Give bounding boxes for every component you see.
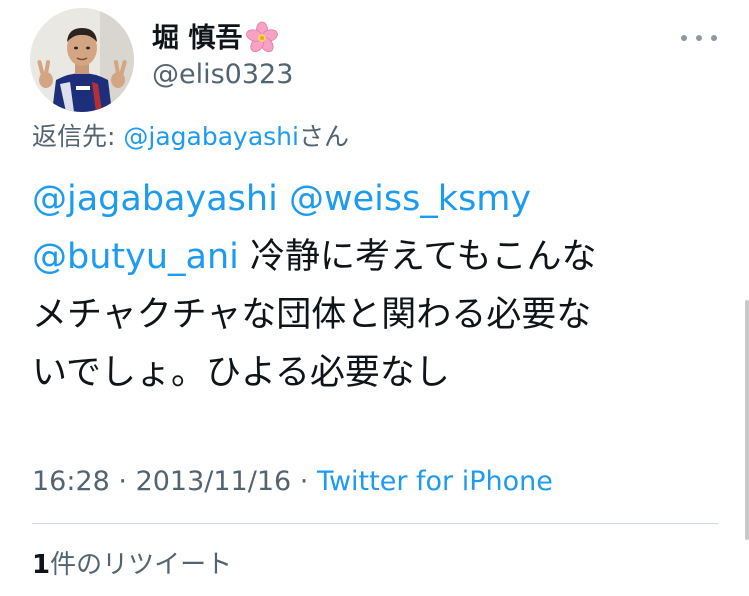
tweet-text: @jagabayashi @weiss_ksmy @butyu_ani 冷静に考…	[32, 170, 722, 402]
more-dots-icon	[681, 35, 687, 41]
tweet-source-link[interactable]: Twitter for iPhone	[317, 466, 553, 497]
tweet-metadata: 16:28 · 2013/11/16 · Twitter for iPhone	[32, 462, 553, 502]
more-options-button[interactable]	[681, 28, 717, 48]
retweet-count-link[interactable]: 1件のリツイート	[32, 546, 232, 584]
replying-to-mention-link[interactable]: @jagabayashi	[123, 122, 299, 151]
mention-link[interactable]: @weiss_ksmy	[289, 179, 531, 219]
mention-link[interactable]: @butyu_ani	[32, 237, 239, 277]
tweet-text-line: いでしょ。ひよる必要なし	[32, 353, 450, 393]
author-avatar[interactable]	[30, 8, 134, 112]
scrollbar[interactable]	[745, 300, 749, 540]
tweet-text-line: メチャクチャな団体と関わる必要な	[32, 295, 592, 335]
more-dots-icon	[711, 35, 717, 41]
divider	[32, 523, 718, 524]
tweet-text-line: @butyu_ani 冷静に考えてもこんな	[32, 228, 722, 286]
author-handle[interactable]: @elis0323	[152, 58, 293, 92]
avatar-photo	[30, 8, 134, 112]
tweet-text-segment: 冷静に考えてもこんな	[238, 237, 597, 277]
meta-separator: ·	[291, 466, 317, 497]
replying-to-label: 返信先:	[32, 122, 124, 151]
cherry-blossom-icon	[244, 20, 280, 56]
mention-link[interactable]: @jagabayashi	[32, 179, 278, 219]
tweet-date[interactable]: 2013/11/16	[136, 466, 292, 497]
replying-to: 返信先: @jagabayashiさん	[32, 118, 349, 156]
retweet-count: 1	[32, 550, 51, 580]
retweet-count-label: 件のリツイート	[50, 550, 233, 580]
more-dots-icon	[696, 35, 702, 41]
replying-to-suffix: さん	[298, 122, 349, 151]
tweet-text-line: @jagabayashi @weiss_ksmy	[32, 170, 722, 228]
meta-separator: ·	[109, 466, 136, 497]
author-display-name[interactable]: 堀 慎吾	[152, 25, 242, 52]
author-name-row[interactable]: 堀 慎吾	[152, 18, 280, 58]
tweet-time[interactable]: 16:28	[32, 466, 110, 497]
